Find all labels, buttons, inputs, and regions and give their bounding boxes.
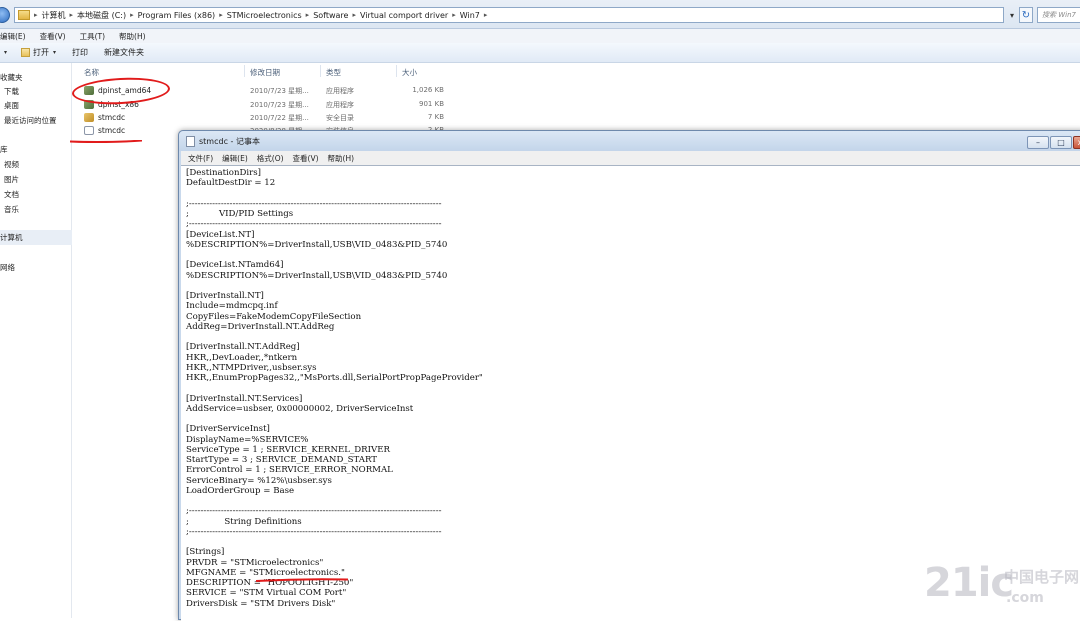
file-type: 安全目录 bbox=[326, 114, 354, 122]
file-type: 应用程序 bbox=[326, 87, 354, 95]
file-date: 2010/7/23 星期... bbox=[250, 101, 309, 109]
column-divider[interactable] bbox=[396, 65, 397, 77]
sidebar-item-recent[interactable]: 最近访问的位置 bbox=[4, 115, 57, 126]
open-button[interactable]: 打开 ▾ bbox=[21, 47, 56, 58]
file-name: stmcdc bbox=[98, 126, 126, 135]
navigation-pane: 收藏夹 下载 桌面 最近访问的位置 库 视频 图片 文档 音乐 计算机 网络 bbox=[0, 63, 72, 618]
breadcrumb-item[interactable]: STMicroelectronics bbox=[227, 11, 302, 20]
column-divider[interactable] bbox=[320, 65, 321, 77]
breadcrumb-item[interactable]: Program Files (x86) bbox=[138, 11, 216, 20]
column-header-type[interactable]: 类型 bbox=[326, 67, 341, 78]
breadcrumb-chevron-icon: ▸ bbox=[34, 11, 38, 19]
chevron-down-icon: ▾ bbox=[53, 49, 57, 56]
file-name: stmcdc bbox=[98, 113, 126, 122]
window-title: stmcdc - 记事本 bbox=[199, 137, 260, 146]
watermark-text: 中国电子网 bbox=[1004, 568, 1080, 586]
menu-format[interactable]: 格式(O) bbox=[257, 153, 284, 164]
breadcrumb-chevron-icon: ▸ bbox=[305, 11, 310, 19]
file-size: 1,026 KB bbox=[412, 86, 444, 94]
menu-file[interactable]: 文件(F) bbox=[188, 153, 213, 164]
explorer-menu-bar: 编辑(E) 查看(V) 工具(T) 帮助(H) bbox=[0, 29, 1080, 43]
column-divider[interactable] bbox=[244, 65, 245, 77]
sidebar-item-videos[interactable]: 视频 bbox=[4, 159, 19, 170]
breadcrumb-item[interactable]: Virtual comport driver bbox=[360, 11, 448, 20]
watermark-logo: 21ic bbox=[924, 560, 1014, 606]
address-dropdown-icon[interactable]: ▾ bbox=[1006, 7, 1018, 23]
breadcrumb-chevron-icon: ▸ bbox=[352, 11, 356, 19]
sidebar-item-music[interactable]: 音乐 bbox=[4, 204, 19, 215]
open-label: 打开 bbox=[33, 48, 50, 57]
annotation-underline bbox=[256, 578, 348, 582]
sidebar-item-pictures[interactable]: 图片 bbox=[4, 174, 19, 185]
breadcrumb-item[interactable]: 本地磁盘 (C:) bbox=[77, 10, 126, 21]
catalog-icon bbox=[84, 113, 94, 122]
address-bar-area: ▸ 计算机 ▸ 本地磁盘 (C:) ▸ Program Files (x86) … bbox=[0, 0, 1080, 29]
file-date: 2010/7/23 星期... bbox=[250, 87, 309, 95]
notepad-text-area[interactable]: [DestinationDirs] DefaultDestDir = 12 ;-… bbox=[181, 165, 1080, 621]
annotation-underline bbox=[70, 140, 142, 143]
maximize-button[interactable]: □ bbox=[1050, 136, 1072, 149]
breadcrumb-chevron-icon: ▸ bbox=[130, 11, 134, 19]
notepad-menu-bar: 文件(F) 编辑(E) 格式(O) 查看(V) 帮助(H) bbox=[181, 151, 1080, 165]
chevron-down-icon: ▾ bbox=[4, 49, 8, 56]
column-header-name[interactable]: 名称 bbox=[84, 67, 99, 78]
close-button[interactable]: x bbox=[1073, 136, 1080, 149]
breadcrumb-item[interactable]: 计算机 bbox=[42, 10, 66, 21]
sidebar-item-downloads[interactable]: 下载 bbox=[4, 86, 19, 97]
refresh-icon[interactable]: ↻ bbox=[1019, 7, 1033, 23]
column-header-size[interactable]: 大小 bbox=[402, 67, 417, 78]
minimize-button[interactable]: – bbox=[1027, 136, 1049, 149]
breadcrumb-chevron-icon: ▸ bbox=[219, 11, 223, 19]
sidebar-item-desktop[interactable]: 桌面 bbox=[4, 100, 19, 111]
file-size: 7 KB bbox=[427, 113, 444, 121]
breadcrumb-chevron-icon: ▸ bbox=[452, 11, 456, 19]
file-date: 2010/7/22 星期... bbox=[250, 114, 309, 122]
sidebar-item-computer[interactable]: 计算机 bbox=[0, 230, 72, 245]
menu-help[interactable]: 帮助(H) bbox=[328, 153, 355, 164]
explorer-toolbar: ▾ 打开 ▾ 打印 新建文件夹 bbox=[0, 43, 1080, 63]
menu-tools[interactable]: 工具(T) bbox=[80, 31, 105, 42]
breadcrumb-item[interactable]: Software bbox=[313, 11, 348, 20]
file-row[interactable]: stmcdc 2010/7/22 星期... 安全目录 7 KB bbox=[78, 111, 450, 124]
back-button[interactable] bbox=[0, 7, 10, 23]
breadcrumb-item[interactable]: Win7 bbox=[460, 11, 480, 20]
watermark-domain: .com bbox=[1006, 590, 1044, 606]
notepad-icon bbox=[186, 136, 195, 147]
breadcrumb-chevron-icon: ▸ bbox=[483, 11, 488, 19]
file-size: 901 KB bbox=[419, 100, 444, 108]
menu-help[interactable]: 帮助(H) bbox=[119, 31, 146, 42]
new-folder-button[interactable]: 新建文件夹 bbox=[104, 47, 144, 58]
menu-view[interactable]: 查看(V) bbox=[293, 153, 319, 164]
folder-icon bbox=[18, 10, 30, 20]
menu-view[interactable]: 查看(V) bbox=[40, 31, 66, 42]
sidebar-item-documents[interactable]: 文档 bbox=[4, 189, 19, 200]
open-icon bbox=[21, 48, 31, 57]
menu-edit[interactable]: 编辑(E) bbox=[0, 31, 26, 42]
sidebar-item-libraries[interactable]: 库 bbox=[0, 144, 8, 155]
column-header-date[interactable]: 修改日期 bbox=[250, 67, 280, 78]
search-input[interactable]: 搜索 Win7 bbox=[1037, 7, 1080, 23]
organize-dropdown[interactable]: ▾ bbox=[0, 49, 7, 56]
notepad-title-bar[interactable]: stmcdc - 记事本 – □ x bbox=[179, 131, 1080, 151]
sidebar-item-network[interactable]: 网络 bbox=[0, 262, 15, 273]
address-box[interactable]: ▸ 计算机 ▸ 本地磁盘 (C:) ▸ Program Files (x86) … bbox=[14, 7, 1004, 23]
notepad-window: stmcdc - 记事本 – □ x 文件(F) 编辑(E) 格式(O) 查看(… bbox=[178, 130, 1080, 621]
breadcrumb-chevron-icon: ▸ bbox=[69, 11, 74, 19]
sidebar-item-favorites[interactable]: 收藏夹 bbox=[0, 72, 23, 83]
menu-edit[interactable]: 编辑(E) bbox=[222, 153, 248, 164]
print-button[interactable]: 打印 bbox=[72, 47, 88, 58]
file-type: 应用程序 bbox=[326, 101, 354, 109]
inf-icon bbox=[84, 126, 94, 135]
file-content: [DestinationDirs] DefaultDestDir = 12 ;-… bbox=[186, 168, 483, 609]
